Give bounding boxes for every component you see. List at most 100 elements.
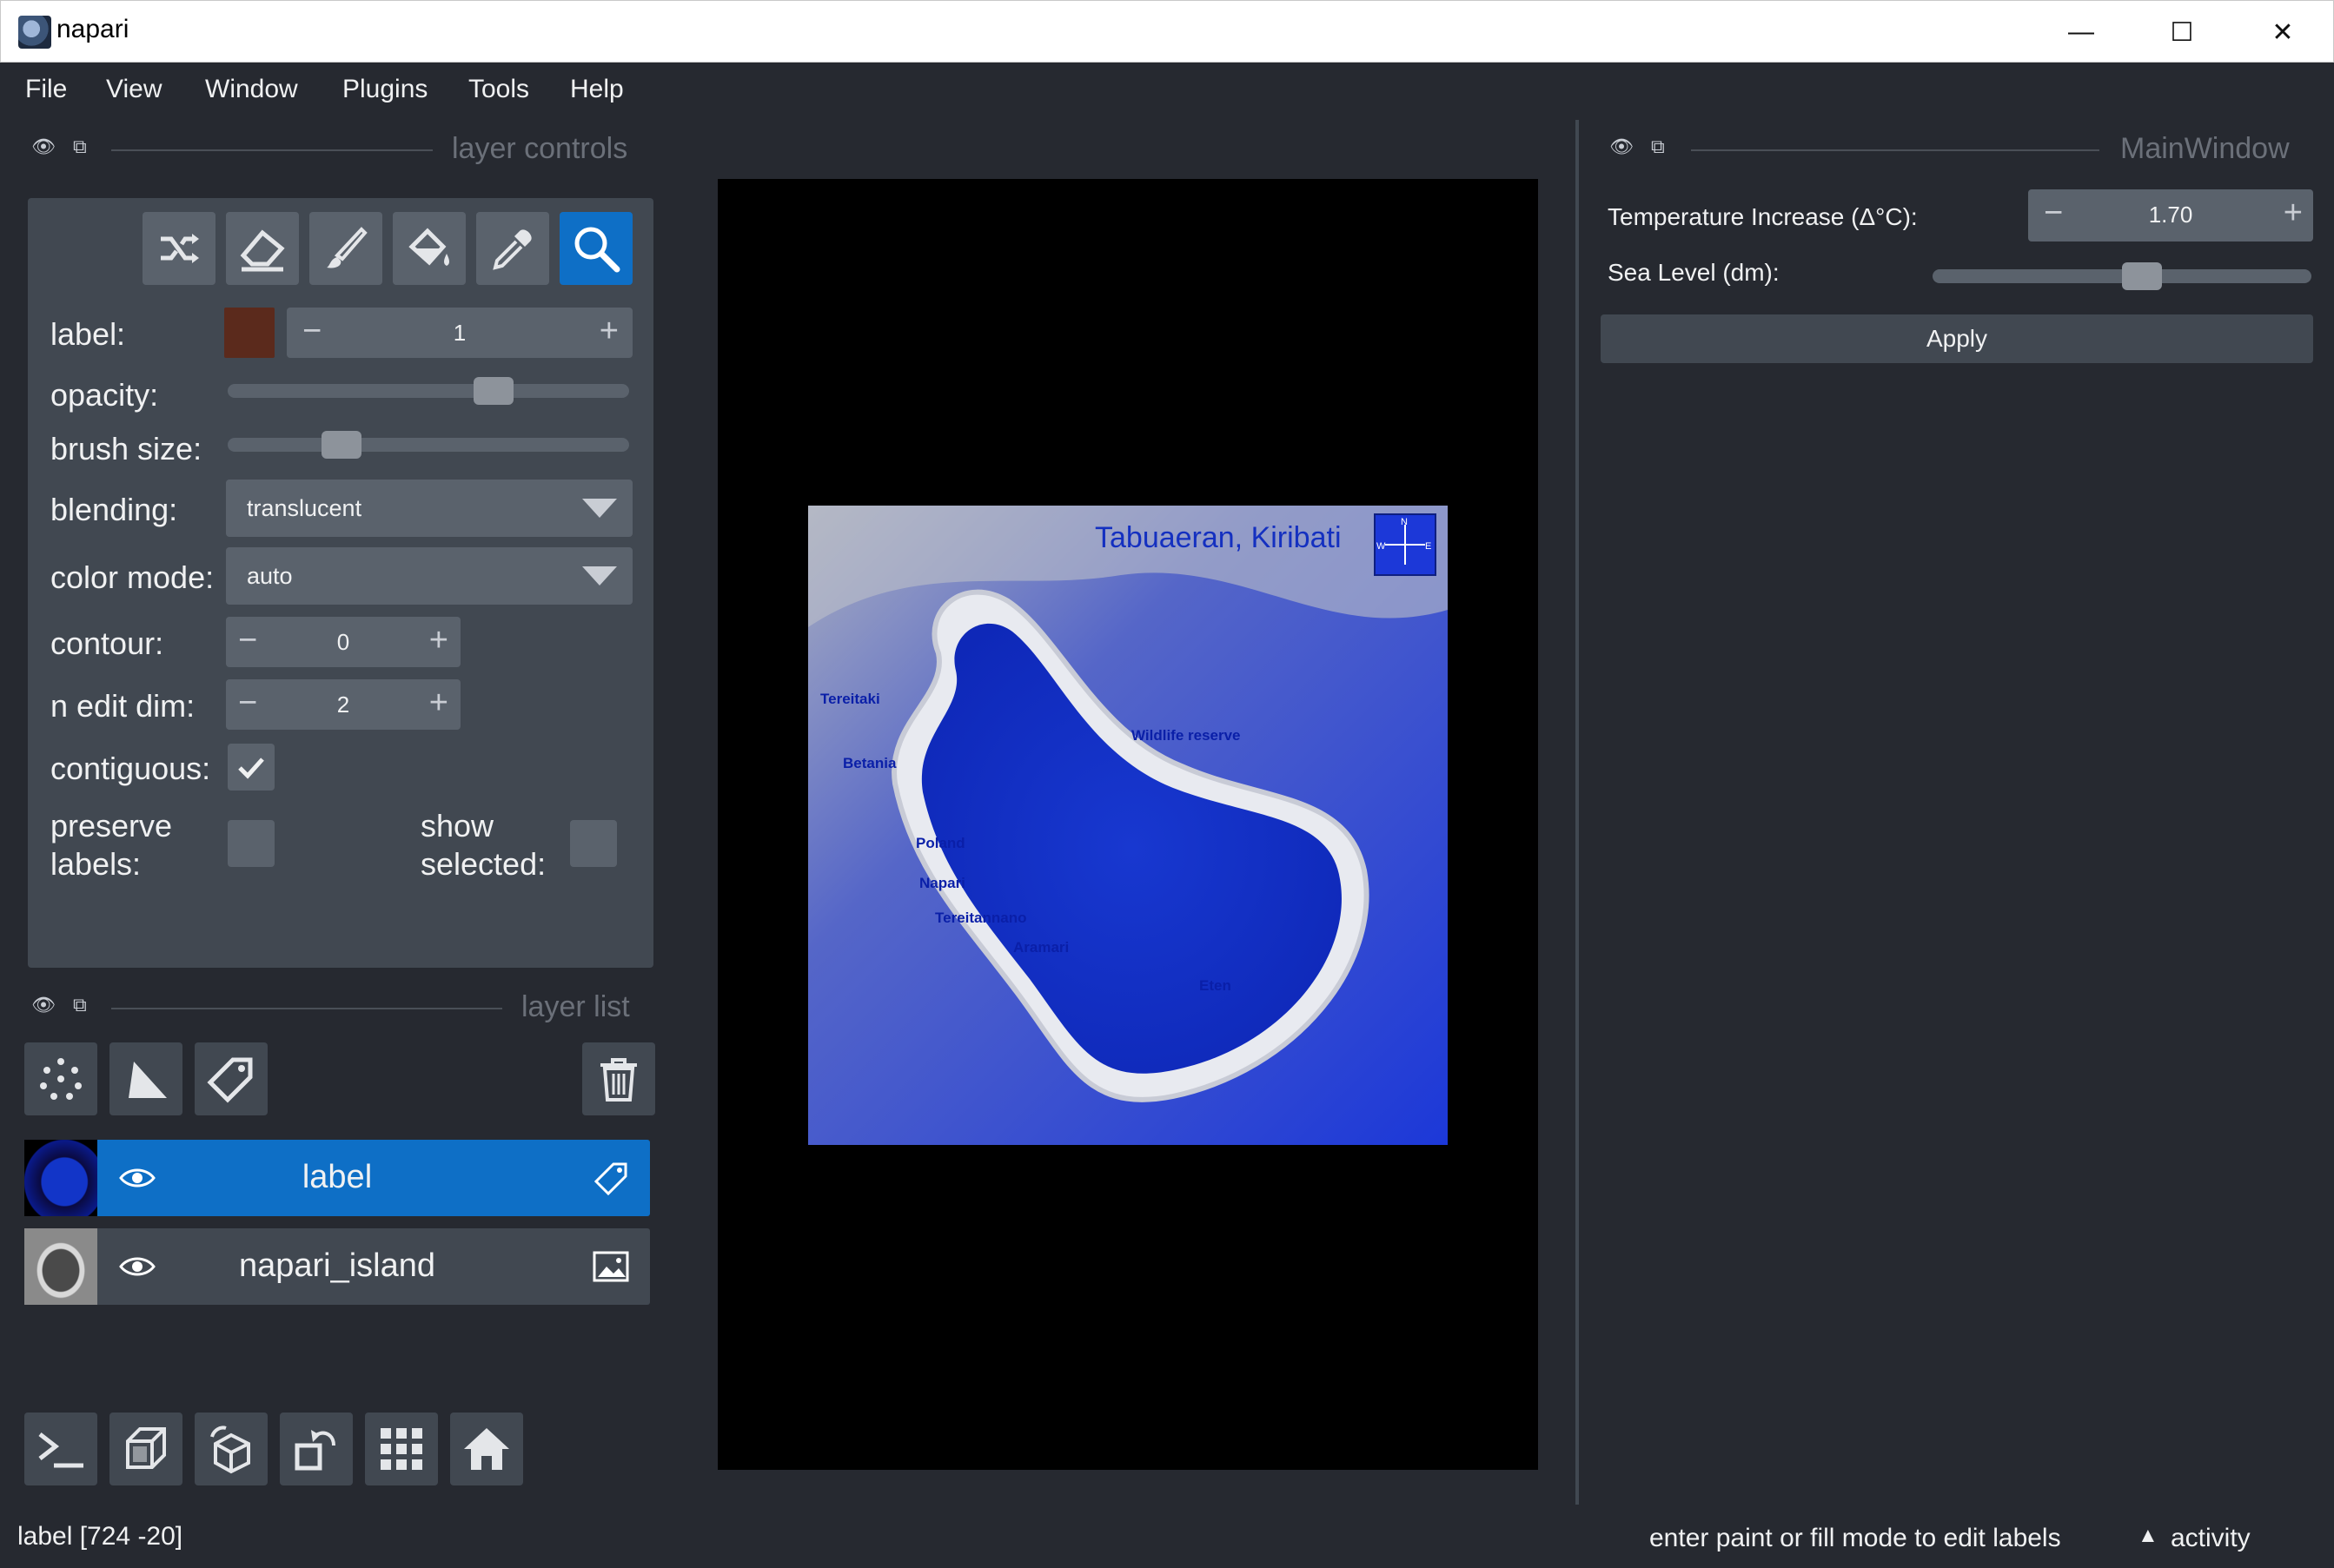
sea-level-label: Sea Level (dm): <box>1608 259 1780 286</box>
eraser-icon <box>240 229 285 272</box>
contiguous-label: contiguous: <box>50 751 211 786</box>
place-label: Tereitannano <box>935 910 1026 926</box>
layer-row-label[interactable]: label <box>24 1140 650 1216</box>
temperature-spinbox[interactable]: − 1.70 + <box>2028 189 2313 241</box>
dock-float-icon[interactable]: 👁 <box>31 994 56 1016</box>
activity-button[interactable]: activity <box>2171 1524 2251 1553</box>
layer-type-indicator <box>593 1161 629 1200</box>
preserve-labels-label-line1: preserve <box>50 808 173 844</box>
home-button[interactable] <box>450 1413 523 1485</box>
grid-icon <box>381 1428 422 1470</box>
show-selected-label-line1: show <box>421 808 494 844</box>
menu-plugins[interactable]: Plugins <box>342 75 428 104</box>
chevron-down-icon <box>582 499 617 518</box>
place-label: Tereitaki <box>820 691 880 707</box>
menu-view[interactable]: View <box>106 75 162 104</box>
close-button[interactable]: ✕ <box>2232 1 2333 63</box>
compass-east: E <box>1425 541 1431 552</box>
blending-label: blending: <box>50 492 178 527</box>
preserve-labels-checkbox[interactable] <box>228 820 275 867</box>
dock-divider <box>1691 149 2099 151</box>
layer-row-napari-island[interactable]: napari_island <box>24 1228 650 1305</box>
grid-view-button[interactable] <box>365 1413 438 1485</box>
sea-level-slider[interactable] <box>1933 262 2311 290</box>
place-label: Wildlife reserve <box>1131 727 1241 744</box>
temperature-label: Temperature Increase (Δ°C): <box>1608 203 1918 230</box>
menu-tools[interactable]: Tools <box>468 75 529 104</box>
delete-layer-icon <box>600 1058 637 1102</box>
maximize-button[interactable]: ☐ <box>2132 1 2232 63</box>
island-image: Tereitaki Betania Wildlife reserve Poland Na… <box>808 506 1448 1145</box>
dock-divider <box>111 1008 502 1009</box>
shuffle-colors-button[interactable] <box>143 212 215 285</box>
napari-logo-icon <box>18 16 51 49</box>
opacity-slider[interactable] <box>228 377 629 405</box>
contour-spinbox[interactable]: − 0 + <box>226 617 461 667</box>
fill-button[interactable] <box>393 212 466 285</box>
opacity-label: opacity: <box>50 377 159 413</box>
minimize-button[interactable]: — <box>2031 1 2132 63</box>
sea-level-slider-handle[interactable] <box>2122 262 2162 290</box>
roll-dims-button[interactable] <box>195 1413 268 1485</box>
label-spinbox[interactable]: − 1 + <box>287 308 633 358</box>
layer-list-title: layer list <box>521 990 630 1023</box>
dock-float-icon[interactable]: 👁 <box>1609 136 1634 158</box>
ndisplay-button[interactable] <box>109 1413 182 1485</box>
zoom-icon <box>574 227 620 273</box>
status-hint: enter paint or fill mode to edit labels <box>1649 1524 2061 1552</box>
blending-dropdown[interactable]: translucent <box>226 480 633 537</box>
show-selected-checkbox[interactable] <box>570 820 617 867</box>
chevron-down-icon <box>582 566 617 586</box>
color-mode-dropdown[interactable]: auto <box>226 547 633 605</box>
dock-splitter[interactable] <box>1575 120 1579 1505</box>
show-selected-label-line2: selected: <box>421 846 547 882</box>
increment-button[interactable]: + <box>600 313 619 350</box>
brush-icon <box>327 227 368 268</box>
erase-button[interactable] <box>226 212 299 285</box>
place-label: Aramari <box>1013 939 1069 956</box>
fill-bucket-icon <box>408 228 449 266</box>
new-labels-layer-button[interactable] <box>195 1042 268 1115</box>
checkmark-icon <box>238 758 264 779</box>
n-edit-dim-spinbox[interactable]: − 2 + <box>226 679 461 730</box>
menu-window[interactable]: Window <box>205 75 298 104</box>
place-label: Betania <box>843 755 897 771</box>
increment-button[interactable]: + <box>429 622 448 659</box>
shuffle-icon <box>161 234 199 263</box>
compass-north: N <box>1401 517 1408 527</box>
ndisplay-icon <box>126 1427 166 1469</box>
color-mode-value: auto <box>247 563 293 589</box>
contour-value: 0 <box>336 629 350 655</box>
transpose-button[interactable] <box>280 1413 353 1485</box>
layer-name[interactable]: napari_island <box>97 1247 577 1285</box>
new-shapes-layer-button[interactable] <box>109 1042 182 1115</box>
layer-name[interactable]: label <box>97 1159 577 1196</box>
temperature-value: 1.70 <box>2148 202 2193 228</box>
paint-button[interactable] <box>309 212 382 285</box>
dock-detach-icon[interactable]: ⧉ <box>1651 136 1665 158</box>
label-tag-icon <box>593 1162 627 1196</box>
dock-detach-icon[interactable]: ⧉ <box>73 136 87 158</box>
opacity-slider-handle[interactable] <box>474 377 514 405</box>
label-color-swatch[interactable] <box>224 308 275 358</box>
brush-size-slider-handle[interactable] <box>322 431 361 459</box>
apply-button[interactable]: Apply <box>1601 314 2313 363</box>
new-points-layer-button[interactable] <box>24 1042 97 1115</box>
pan-zoom-button[interactable] <box>560 212 633 285</box>
label-value: 1 <box>453 320 467 346</box>
console-button[interactable] <box>24 1413 97 1485</box>
dock-float-icon[interactable]: 👁 <box>31 136 56 158</box>
pick-button[interactable] <box>476 212 549 285</box>
increment-button[interactable]: + <box>429 685 448 722</box>
increment-button[interactable]: + <box>2284 195 2303 232</box>
contiguous-checkbox[interactable] <box>228 744 275 791</box>
dock-detach-icon[interactable]: ⧉ <box>73 994 87 1016</box>
activity-arrow-icon[interactable]: ▲ <box>2138 1524 2158 1548</box>
title-bar: napari — ☐ ✕ <box>0 0 2334 63</box>
menu-help[interactable]: Help <box>570 75 624 104</box>
brush-size-slider[interactable] <box>228 431 629 459</box>
preserve-labels-label-line2: labels: <box>50 846 142 882</box>
transpose-icon <box>295 1430 335 1471</box>
menu-file[interactable]: File <box>25 75 67 104</box>
delete-layer-button[interactable] <box>582 1042 655 1115</box>
